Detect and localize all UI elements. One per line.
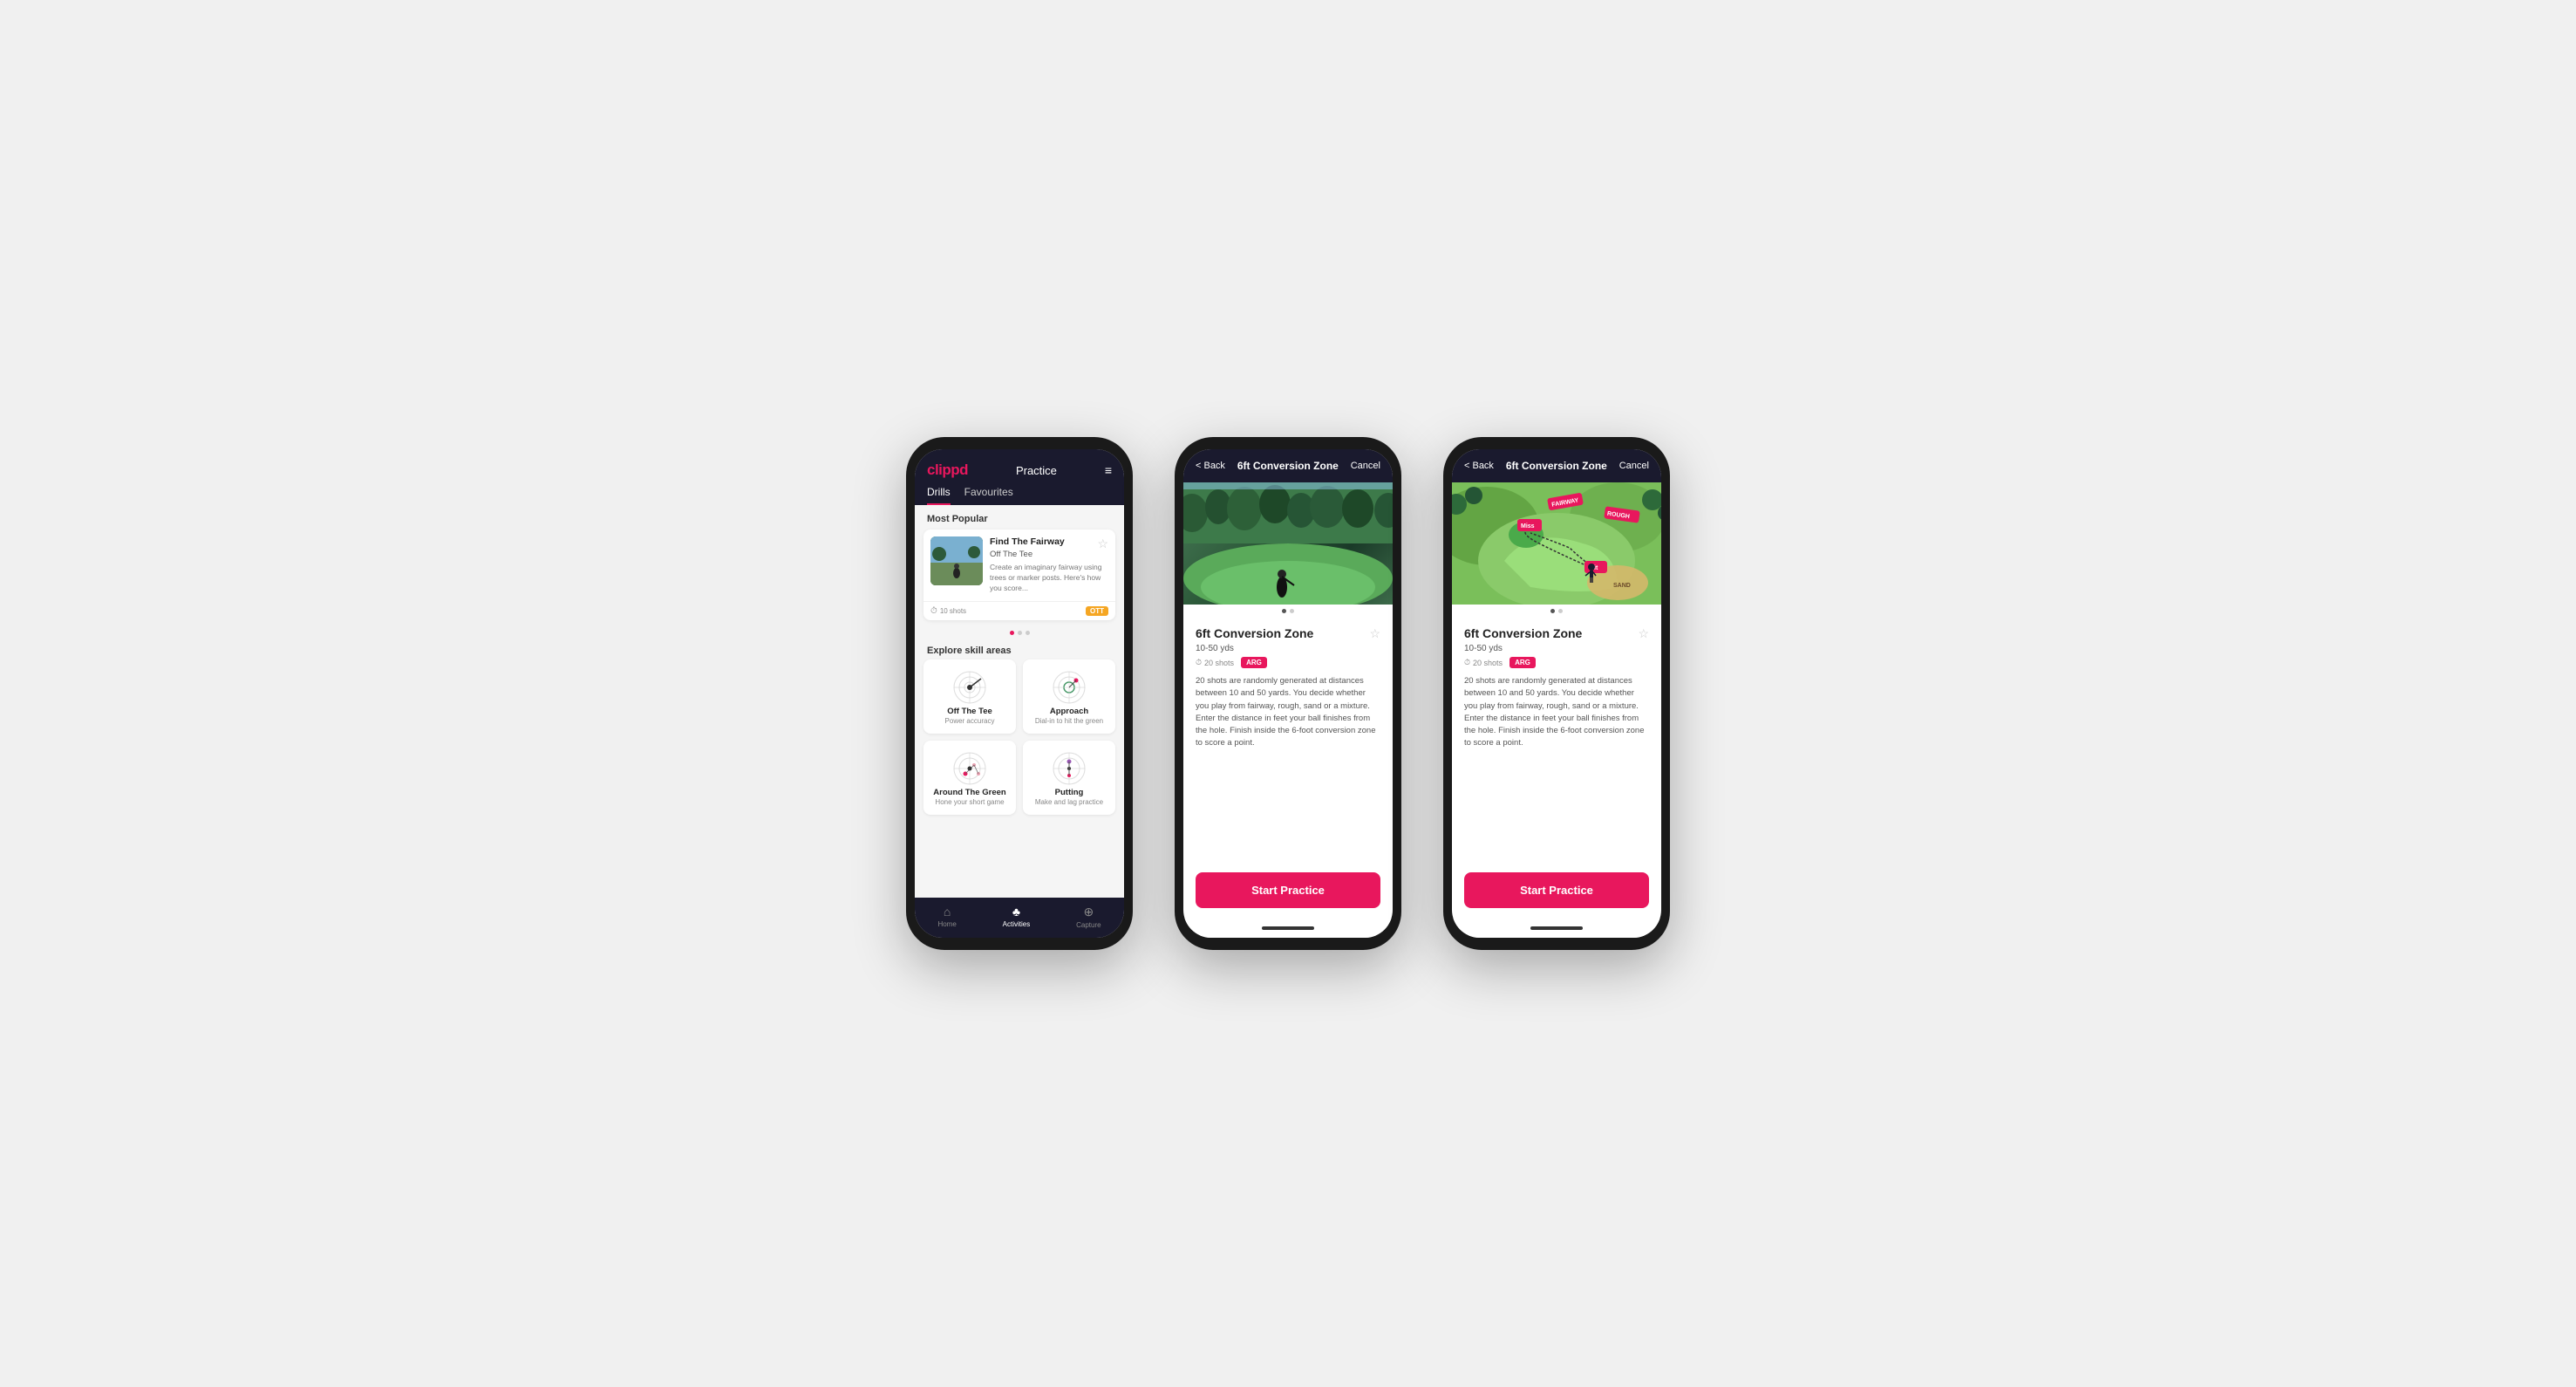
drill-range: 10-50 yds (1464, 644, 1649, 653)
drill-description: 20 shots are randomly generated at dista… (1464, 675, 1649, 750)
svg-text:Miss: Miss (1521, 523, 1535, 530)
phone-2-screen: < Back 6ft Conversion Zone Cancel (1183, 449, 1393, 938)
cancel-button[interactable]: Cancel (1619, 461, 1649, 471)
skill-off-the-tee[interactable]: Off The Tee Power accuracy (923, 659, 1016, 734)
most-popular-title: Most Popular (915, 505, 1124, 530)
nav-activities[interactable]: ♣ Activities (1003, 905, 1031, 929)
around-green-icon (948, 749, 992, 788)
tab-favourites[interactable]: Favourites (964, 486, 1013, 505)
favourite-star[interactable]: ☆ (1638, 626, 1649, 641)
skill-desc-approach: Dial-in to hit the green (1035, 717, 1103, 725)
clock-icon: ⏱ (1464, 658, 1470, 667)
dot-2[interactable] (1290, 609, 1294, 613)
favourite-star[interactable]: ☆ (1097, 536, 1108, 551)
phone-2: < Back 6ft Conversion Zone Cancel (1175, 437, 1401, 950)
drill-card-text: Find The Fairway Off The Tee ☆ Create an… (990, 536, 1108, 594)
hero-image-map: SAND Hit Miss (1452, 482, 1661, 605)
nav-home[interactable]: ⌂ Home (937, 905, 956, 929)
drill-subtitle: Off The Tee (990, 550, 1065, 560)
phone3-header: < Back 6ft Conversion Zone Cancel (1452, 449, 1661, 482)
approach-icon (1047, 668, 1091, 707)
explore-title: Explore skill areas (915, 640, 1124, 659)
drill-content: 6ft Conversion Zone ☆ 10-50 yds ⏱ 20 sho… (1183, 618, 1393, 864)
app-logo: clippd (927, 461, 968, 479)
drill-title: 6ft Conversion Zone (1464, 626, 1582, 640)
drill-card-footer: ⏱ 10 shots OTT (923, 601, 1115, 620)
image-pagination (1452, 605, 1661, 618)
image-pagination (1183, 605, 1393, 618)
drill-content: 6ft Conversion Zone ☆ 10-50 yds ⏱ 20 sho… (1452, 618, 1661, 864)
skill-name-approach: Approach (1050, 707, 1088, 716)
tabs-bar: Drills Favourites (915, 479, 1124, 505)
phone-1-screen: clippd Practice ≡ Drills Favourites Most… (915, 449, 1124, 938)
clock-icon: ⏱ (1196, 658, 1202, 667)
skill-name-atg: Around The Green (933, 788, 1005, 797)
putting-icon (1047, 749, 1091, 788)
phone-3-screen: < Back 6ft Conversion Zone Cancel (1452, 449, 1661, 938)
skill-name-ott: Off The Tee (947, 707, 992, 716)
dot-1[interactable] (1010, 631, 1014, 635)
dot-1[interactable] (1550, 609, 1555, 613)
shots-count: ⏱ 20 shots (1196, 658, 1234, 667)
nav-capture[interactable]: ⊕ Capture (1076, 905, 1101, 929)
skills-grid: Off The Tee Power accuracy (915, 659, 1124, 822)
capture-icon: ⊕ (1083, 905, 1094, 919)
menu-icon[interactable]: ≡ (1105, 463, 1112, 477)
home-indicator (1262, 926, 1314, 930)
dot-1[interactable] (1282, 609, 1286, 613)
back-button[interactable]: < Back (1464, 461, 1494, 471)
skill-desc-atg: Hone your short game (935, 798, 1004, 806)
featured-drill-card[interactable]: Find The Fairway Off The Tee ☆ Create an… (923, 530, 1115, 620)
skill-around-green[interactable]: Around The Green Hone your short game (923, 741, 1016, 815)
favourite-star[interactable]: ☆ (1369, 626, 1380, 641)
drill-meta: ⏱ 20 shots ARG (1464, 657, 1649, 668)
header-title: 6ft Conversion Zone (1237, 460, 1339, 472)
start-practice-button[interactable]: Start Practice (1196, 872, 1380, 908)
drill-title: Find The Fairway (990, 536, 1065, 549)
home-indicator-bar (1452, 919, 1661, 938)
activities-icon: ♣ (1012, 905, 1020, 919)
drill-tag: ARG (1241, 657, 1267, 668)
drill-meta: ⏱ 20 shots ARG (1196, 657, 1380, 668)
skill-approach[interactable]: Approach Dial-in to hit the green (1023, 659, 1115, 734)
home-indicator-bar (1183, 919, 1393, 938)
dot-3[interactable] (1026, 631, 1030, 635)
home-indicator (1530, 926, 1583, 930)
home-icon: ⌂ (944, 905, 951, 919)
skill-putting[interactable]: Putting Make and lag practice (1023, 741, 1115, 815)
drill-tag: ARG (1509, 657, 1536, 668)
start-practice-button[interactable]: Start Practice (1464, 872, 1649, 908)
shots-count: ⏱ 20 shots (1464, 658, 1503, 667)
app-scene: clippd Practice ≡ Drills Favourites Most… (906, 437, 1670, 950)
drill-tag: OTT (1086, 606, 1108, 616)
phone-3: < Back 6ft Conversion Zone Cancel (1443, 437, 1670, 950)
dot-2[interactable] (1558, 609, 1563, 613)
drill-range: 10-50 yds (1196, 644, 1380, 653)
skill-desc-ott: Power accuracy (945, 717, 995, 725)
drill-title: 6ft Conversion Zone (1196, 626, 1313, 640)
tab-drills[interactable]: Drills (927, 486, 951, 505)
phone-1: clippd Practice ≡ Drills Favourites Most… (906, 437, 1133, 950)
card-pagination (915, 627, 1124, 640)
hero-image-photo (1183, 482, 1393, 605)
drill-thumbnail (930, 536, 983, 585)
skill-desc-putting: Make and lag practice (1035, 798, 1103, 806)
back-button[interactable]: < Back (1196, 461, 1225, 471)
drill-description: Create an imaginary fairway using trees … (990, 563, 1108, 594)
off-the-tee-icon (948, 668, 992, 707)
phone1-header: clippd Practice ≡ (915, 449, 1124, 479)
bottom-nav: ⌂ Home ♣ Activities ⊕ Capture (915, 898, 1124, 938)
drill-description: 20 shots are randomly generated at dista… (1196, 675, 1380, 750)
phone1-content: Most Popular (915, 505, 1124, 898)
nav-title: Practice (1016, 464, 1057, 477)
skill-name-putting: Putting (1055, 788, 1084, 797)
clock-icon: ⏱ (930, 606, 937, 616)
header-title: 6ft Conversion Zone (1506, 460, 1607, 472)
phone2-header: < Back 6ft Conversion Zone Cancel (1183, 449, 1393, 482)
cancel-button[interactable]: Cancel (1351, 461, 1380, 471)
svg-text:SAND: SAND (1613, 583, 1631, 589)
dot-2[interactable] (1018, 631, 1022, 635)
shots-count: ⏱ 10 shots (930, 606, 966, 616)
